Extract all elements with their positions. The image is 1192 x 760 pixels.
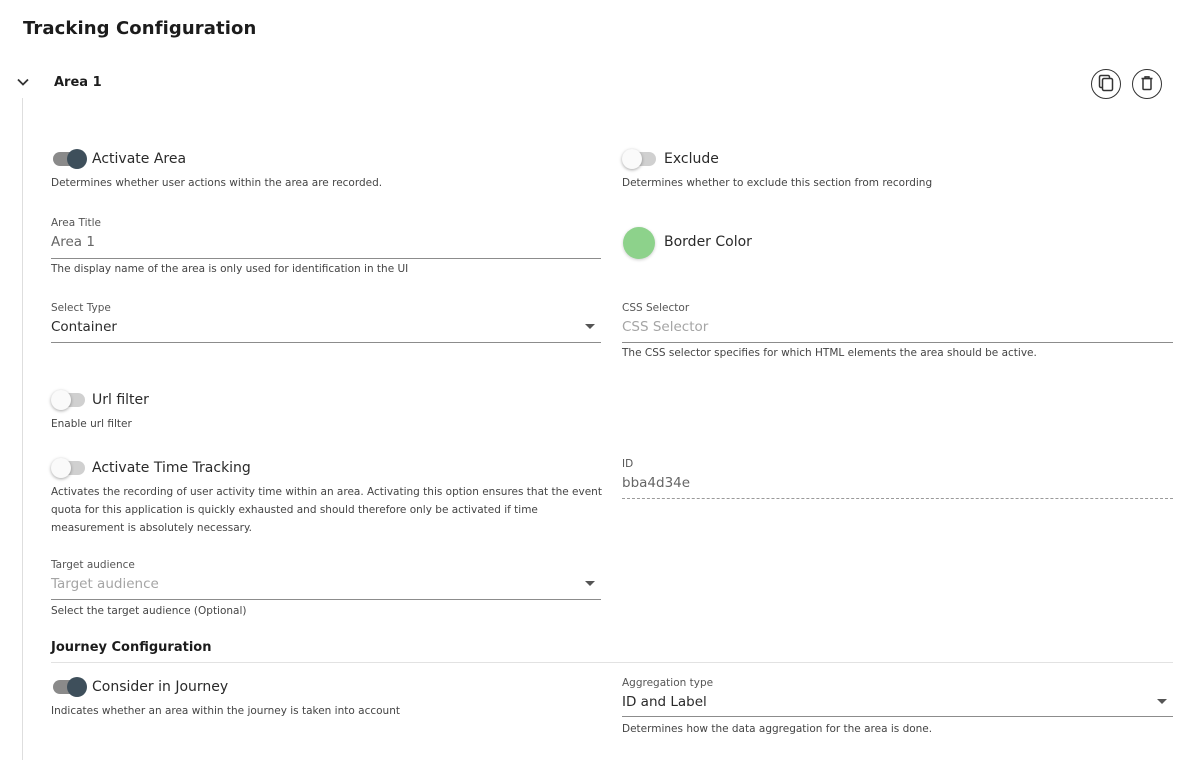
- area-title-underline: [51, 258, 601, 259]
- consider-journey-toggle[interactable]: [53, 677, 87, 697]
- chevron-down-icon: [585, 324, 595, 329]
- delete-area-button[interactable]: [1132, 69, 1162, 99]
- id-label: ID: [622, 458, 634, 470]
- copy-icon: [1097, 74, 1115, 95]
- target-audience-dropdown[interactable]: Target audience: [51, 576, 601, 598]
- exclude-label: Exclude: [664, 151, 719, 167]
- activate-area-label: Activate Area: [92, 151, 187, 167]
- css-selector-hint: The CSS selector specifies for which HTM…: [622, 347, 1037, 359]
- page-title: Tracking Configuration: [23, 18, 257, 39]
- chevron-down-icon[interactable]: [15, 74, 31, 90]
- target-audience-hint: Select the target audience (Optional): [51, 605, 247, 617]
- border-color-swatch[interactable]: [623, 227, 655, 259]
- url-filter-label: Url filter: [92, 392, 149, 408]
- aggregation-type-underline: [622, 716, 1173, 717]
- copy-area-button[interactable]: [1091, 69, 1121, 99]
- css-selector-underline: [622, 342, 1173, 343]
- id-value: bba4d34e: [622, 475, 691, 491]
- exclude-toggle[interactable]: [622, 149, 656, 169]
- aggregation-type-label: Aggregation type: [622, 677, 714, 689]
- url-filter-hint: Enable url filter: [51, 418, 132, 430]
- chevron-down-icon: [585, 581, 595, 586]
- area-header: Area 1: [0, 68, 1192, 99]
- select-type-label: Select Type: [51, 302, 111, 314]
- target-audience-label: Target audience: [51, 559, 135, 571]
- time-tracking-toggle[interactable]: [51, 458, 85, 478]
- time-tracking-hint: Activates the recording of user activity…: [51, 486, 602, 534]
- target-audience-underline: [51, 599, 601, 600]
- select-type-underline: [51, 342, 601, 343]
- exclude-hint: Determines whether to exclude this secti…: [622, 177, 933, 189]
- tree-line: [22, 98, 23, 760]
- journey-section-title: Journey Configuration: [51, 640, 212, 655]
- activate-area-toggle[interactable]: [53, 149, 87, 169]
- aggregation-type-hint: Determines how the data aggregation for …: [622, 723, 933, 735]
- border-color-label: Border Color: [664, 234, 752, 250]
- consider-journey-hint: Indicates whether an area within the jou…: [51, 705, 400, 717]
- id-underline: [622, 498, 1173, 499]
- consider-journey-label: Consider in Journey: [92, 679, 229, 695]
- time-tracking-label: Activate Time Tracking: [92, 460, 251, 476]
- area-title-input[interactable]: Area 1: [51, 234, 95, 250]
- journey-section-divider: [51, 662, 1173, 663]
- area-title-label: Area Title: [51, 217, 102, 229]
- css-selector-label: CSS Selector: [622, 302, 690, 314]
- area-name: Area 1: [54, 75, 102, 90]
- aggregation-type-dropdown[interactable]: ID and Label: [622, 694, 1173, 716]
- area-title-hint: The display name of the area is only use…: [51, 263, 409, 275]
- css-selector-input[interactable]: CSS Selector: [622, 319, 1172, 341]
- trash-icon: [1139, 75, 1155, 94]
- url-filter-toggle[interactable]: [51, 390, 85, 410]
- chevron-down-icon: [1157, 699, 1167, 704]
- activate-area-hint: Determines whether user actions within t…: [51, 177, 383, 189]
- select-type-dropdown[interactable]: Container: [51, 319, 601, 341]
